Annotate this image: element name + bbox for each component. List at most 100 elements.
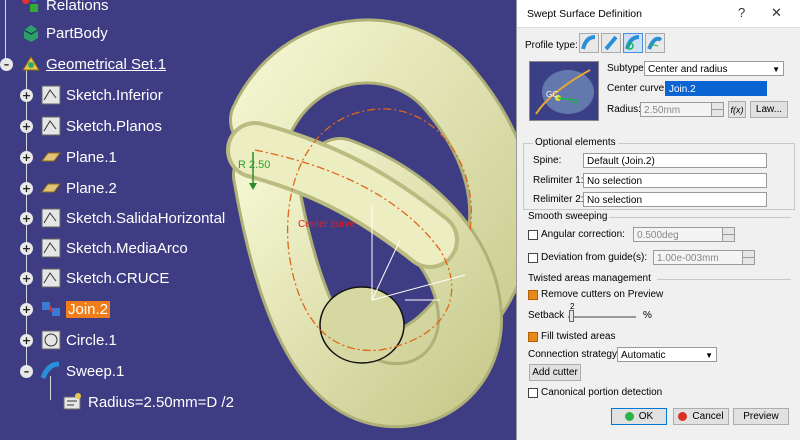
- tree-item-sketch-salidahorizontal[interactable]: Sketch.SalidaHorizontal: [40, 206, 225, 230]
- radius-spinner[interactable]: [711, 102, 724, 117]
- cancel-button[interactable]: Cancel: [673, 408, 729, 425]
- collapse-icon[interactable]: –: [20, 365, 33, 378]
- dialog-title: Swept Surface Definition: [527, 7, 642, 20]
- tree-item-label: Sketch.Inferior: [66, 86, 163, 104]
- relimiter1-field[interactable]: No selection: [583, 173, 767, 188]
- twisted-areas-separator: [657, 279, 791, 280]
- ok-icon: [624, 412, 634, 421]
- tree-item-relations[interactable]: Relations: [20, 0, 109, 17]
- sketch-icon: [40, 267, 62, 289]
- profile-type-line-button[interactable]: [601, 33, 621, 53]
- tree-item-plane-2[interactable]: Plane.2: [40, 176, 117, 200]
- join-icon: [40, 298, 62, 320]
- profile-type-label: Profile type:: [525, 40, 578, 51]
- tree-item-label: Plane.1: [66, 148, 117, 166]
- plane-icon: [40, 177, 62, 199]
- deviation-label: Deviation from guide(s):: [541, 252, 648, 263]
- cancel-label: Cancel: [692, 411, 724, 422]
- expand-icon[interactable]: +: [20, 272, 33, 285]
- fill-twisted-checkbox[interactable]: [528, 332, 538, 342]
- tree-item-sketch-planos[interactable]: Sketch.Planos: [40, 114, 162, 138]
- tree-item-geometrical-set[interactable]: Geometrical Set.1: [20, 52, 166, 76]
- deviation-checkbox[interactable]: [528, 253, 538, 263]
- angular-correction-field[interactable]: 0.500deg: [633, 227, 723, 242]
- center-curve-label: Center curve: [298, 219, 356, 230]
- twisted-areas-title: Twisted areas management: [528, 273, 651, 284]
- chevron-down-icon: ▼: [705, 351, 713, 360]
- tree-item-label: PartBody: [46, 24, 108, 42]
- profile-type-explicit-button[interactable]: [579, 33, 599, 53]
- ok-label: OK: [638, 411, 654, 422]
- tree-item-label: Sweep.1: [66, 362, 125, 380]
- expand-icon[interactable]: +: [20, 212, 33, 225]
- tree-item-label: Circle.1: [66, 331, 117, 349]
- center-curve-label: Center curve:: [607, 83, 668, 94]
- canonical-label: Canonical portion detection: [541, 387, 663, 398]
- relimiter2-field[interactable]: No selection: [583, 192, 767, 207]
- connection-strategy-label: Connection strategy:: [528, 349, 620, 360]
- close-button[interactable]: ✕: [771, 5, 782, 21]
- canonical-checkbox[interactable]: [528, 388, 538, 398]
- tree-item-label: Radius=2.50mm=D /2: [88, 393, 234, 411]
- subtype-select[interactable]: Center and radius ▼: [644, 61, 784, 76]
- conic-profile-icon: [647, 36, 663, 50]
- tree-item-sketch-inferior[interactable]: Sketch.Inferior: [40, 83, 163, 107]
- profile-type-circle-button[interactable]: [623, 33, 643, 53]
- center-curve-field[interactable]: Join.2: [665, 81, 767, 96]
- expand-icon[interactable]: +: [20, 334, 33, 347]
- collapse-icon[interactable]: –: [0, 58, 13, 71]
- angular-correction-spinner[interactable]: [722, 227, 735, 242]
- tree-item-sweep-1[interactable]: Sweep.1: [40, 359, 124, 383]
- connection-strategy-select[interactable]: Automatic ▼: [617, 347, 717, 362]
- expand-icon[interactable]: +: [20, 242, 33, 255]
- tree-item-radius-parameter[interactable]: Radius=2.50mm=D /2: [62, 390, 234, 414]
- specification-tree: Relations PartBody – Geometrical Set.1 +…: [0, 0, 300, 440]
- tree-item-circle-1[interactable]: Circle.1: [40, 328, 117, 352]
- expand-icon[interactable]: +: [20, 151, 33, 164]
- radius-field[interactable]: 2.50mm: [640, 102, 712, 117]
- expand-icon[interactable]: +: [20, 303, 33, 316]
- tree-item-sketch-mediaarco[interactable]: Sketch.MediaArco: [40, 236, 188, 260]
- expand-icon[interactable]: +: [20, 182, 33, 195]
- cancel-icon: [678, 412, 688, 421]
- sketch-icon: [40, 207, 62, 229]
- tree-item-partbody[interactable]: PartBody: [20, 21, 108, 45]
- tree-item-plane-1[interactable]: Plane.1: [40, 145, 117, 169]
- sketch-icon: [40, 237, 62, 259]
- tree-item-label: Relations: [46, 0, 109, 14]
- circle-profile-icon: [625, 35, 640, 50]
- setback-label: Setback: [528, 310, 565, 321]
- spine-field[interactable]: Default (Join.2): [583, 153, 767, 168]
- smooth-sweeping-title: Smooth sweeping: [528, 211, 608, 222]
- optional-elements-title: Optional elements: [533, 137, 618, 148]
- sweep-icon: [40, 360, 62, 382]
- add-cutter-button[interactable]: Add cutter: [529, 364, 581, 381]
- tree-item-label: Plane.2: [66, 179, 117, 197]
- expand-icon[interactable]: +: [20, 120, 33, 133]
- setback-slider-handle[interactable]: [569, 310, 574, 322]
- swept-surface-dialog: Swept Surface Definition ? ✕ Profile typ…: [516, 0, 800, 440]
- tree-item-sketch-cruce[interactable]: Sketch.CRUCE: [40, 266, 169, 290]
- deviation-spinner[interactable]: [742, 250, 755, 265]
- angular-correction-checkbox[interactable]: [528, 230, 538, 240]
- setback-slider-track[interactable]: [568, 316, 636, 318]
- formula-button[interactable]: f(x): [728, 101, 746, 118]
- plane-icon: [40, 146, 62, 168]
- subtype-label: Subtype:: [607, 63, 647, 74]
- connection-strategy-value: Automatic: [621, 350, 666, 361]
- smooth-sweeping-separator: [609, 217, 791, 218]
- remove-cutters-checkbox[interactable]: [528, 290, 538, 300]
- help-button[interactable]: ?: [738, 5, 745, 20]
- circle-icon: [40, 329, 62, 351]
- deviation-field[interactable]: 1.00e-003mm: [653, 250, 743, 265]
- profile-type-conic-button[interactable]: [645, 33, 665, 53]
- law-button[interactable]: Law...: [750, 101, 788, 118]
- preview-button[interactable]: Preview: [733, 408, 789, 425]
- expand-icon[interactable]: +: [20, 89, 33, 102]
- dialog-titlebar[interactable]: Swept Surface Definition ? ✕: [517, 0, 800, 28]
- tree-item-join-2[interactable]: Join.2: [40, 297, 111, 321]
- setback-unit: %: [643, 310, 652, 321]
- ok-button[interactable]: OK: [611, 408, 667, 425]
- relimiter1-label: Relimiter 1:: [533, 175, 584, 186]
- tree-item-label: Join.2: [66, 300, 111, 318]
